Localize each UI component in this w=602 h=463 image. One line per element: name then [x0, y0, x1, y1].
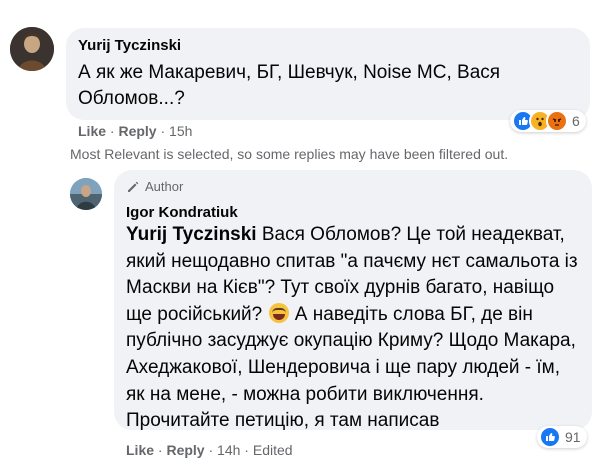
- reaction-count: 91: [565, 429, 581, 445]
- mention-link[interactable]: Yurij Tyczinski: [126, 224, 257, 245]
- reply-button[interactable]: Reply: [166, 442, 204, 458]
- reply-reactions[interactable]: 91: [537, 426, 587, 448]
- comment-text: А як же Макаревич, БГ, Шевчук, Noise MC,…: [78, 62, 501, 109]
- reply-timestamp[interactable]: 14h: [217, 442, 240, 458]
- like-icon: [539, 426, 561, 448]
- comment-timestamp[interactable]: 15h: [169, 123, 192, 139]
- commenter-avatar[interactable]: [10, 27, 54, 71]
- angry-icon: [546, 110, 568, 132]
- edited-label[interactable]: Edited: [253, 442, 293, 458]
- author-badge-label: Author: [145, 179, 184, 194]
- reply-author-avatar[interactable]: [70, 178, 102, 210]
- avatar-photo: [10, 27, 54, 71]
- reply-text: Yurij Tyczinski Вася Обломов? Це той неа…: [126, 222, 578, 435]
- reply-actions: Like · Reply · 14h · Edited: [126, 442, 293, 458]
- comment-author[interactable]: Yurij Tyczinski: [78, 37, 181, 54]
- pencil-icon: [128, 181, 139, 192]
- author-badge: Author: [126, 179, 183, 194]
- reply-author[interactable]: Igor Kondratiuk: [126, 204, 238, 221]
- reply-button[interactable]: Reply: [118, 123, 156, 139]
- separator: ·: [208, 442, 218, 458]
- laughing-emoji-icon: [268, 302, 289, 323]
- filter-notice: Most Relevant is selected, so some repli…: [70, 146, 509, 162]
- separator: ·: [244, 442, 253, 458]
- comment-reactions[interactable]: 6: [510, 110, 586, 132]
- like-button[interactable]: Like: [126, 442, 154, 458]
- separator: ·: [160, 123, 170, 139]
- like-button[interactable]: Like: [78, 123, 106, 139]
- comment-actions: Like · Reply · 15h: [78, 123, 192, 139]
- reaction-count: 6: [572, 113, 580, 129]
- avatar-photo: [70, 178, 102, 210]
